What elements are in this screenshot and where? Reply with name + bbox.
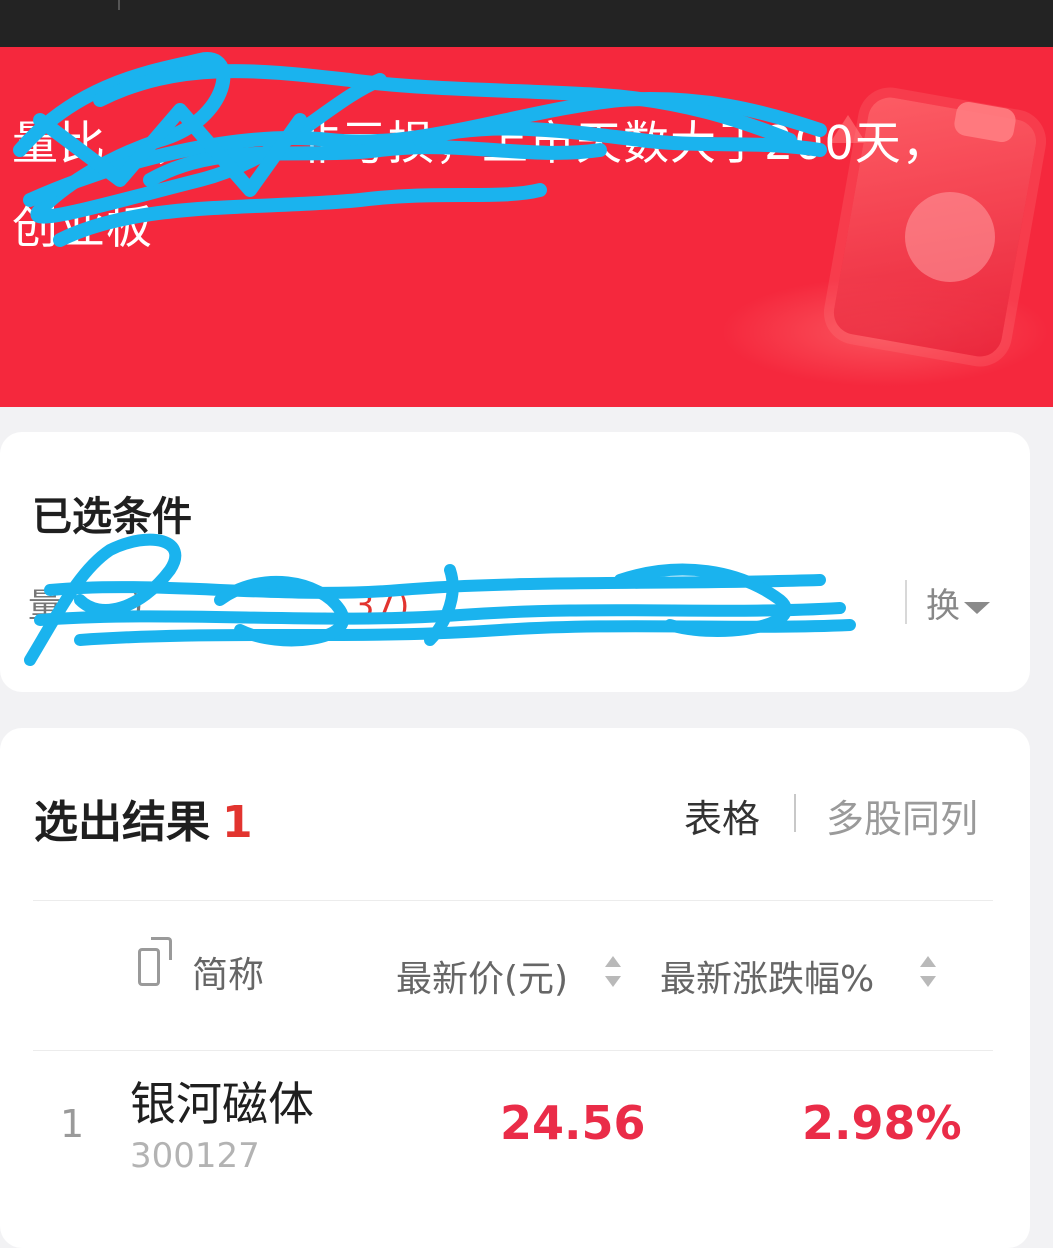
condition-tag-2[interactable]: ……37) bbox=[285, 586, 410, 626]
column-header-change[interactable]: 最新涨跌幅% bbox=[660, 950, 874, 1002]
results-title-label: 选出结果 bbox=[34, 797, 210, 848]
sort-change-icon[interactable] bbox=[920, 956, 936, 990]
condition-tags[interactable]: 量……) ……37) bbox=[28, 578, 409, 627]
column-header-name: 简称 bbox=[192, 955, 265, 996]
results-title: 选出结果 1 bbox=[34, 786, 253, 850]
switch-conditions-button[interactable]: 换 bbox=[926, 578, 990, 627]
sort-price-icon[interactable] bbox=[605, 956, 621, 990]
query-banner: 量比…，…，非亏损，上市天数大于200天，创业板 bbox=[0, 47, 1053, 407]
conditions-divider bbox=[905, 580, 907, 624]
view-table-tab[interactable]: 表格 bbox=[684, 788, 760, 843]
results-count: 1 bbox=[222, 797, 253, 848]
conditions-title: 已选条件 bbox=[32, 494, 192, 540]
stock-code: 300127 bbox=[130, 1136, 260, 1176]
stock-name[interactable]: 银河磁体 bbox=[130, 1068, 314, 1134]
status-bar-mark bbox=[118, 0, 120, 10]
copy-icon[interactable] bbox=[138, 937, 172, 986]
column-header-price[interactable]: 最新价(元) bbox=[396, 950, 568, 1002]
query-text: 量比…，…，非亏损，上市天数大于200天，创业板 bbox=[12, 116, 949, 254]
switch-label: 换 bbox=[926, 586, 960, 626]
condition-tag-1[interactable]: 量……) bbox=[28, 586, 143, 626]
view-divider bbox=[794, 794, 796, 832]
row-index: 1 bbox=[60, 1102, 85, 1146]
results-divider-top bbox=[33, 900, 993, 901]
stock-change: 2.98% bbox=[802, 1096, 962, 1150]
selected-conditions-card bbox=[0, 432, 1030, 692]
stock-price: 24.56 bbox=[500, 1096, 646, 1150]
header-divider bbox=[33, 1050, 993, 1051]
caret-down-icon bbox=[964, 601, 990, 614]
view-multi-stock-tab[interactable]: 多股同列 bbox=[826, 788, 978, 843]
status-bar bbox=[0, 0, 1053, 47]
